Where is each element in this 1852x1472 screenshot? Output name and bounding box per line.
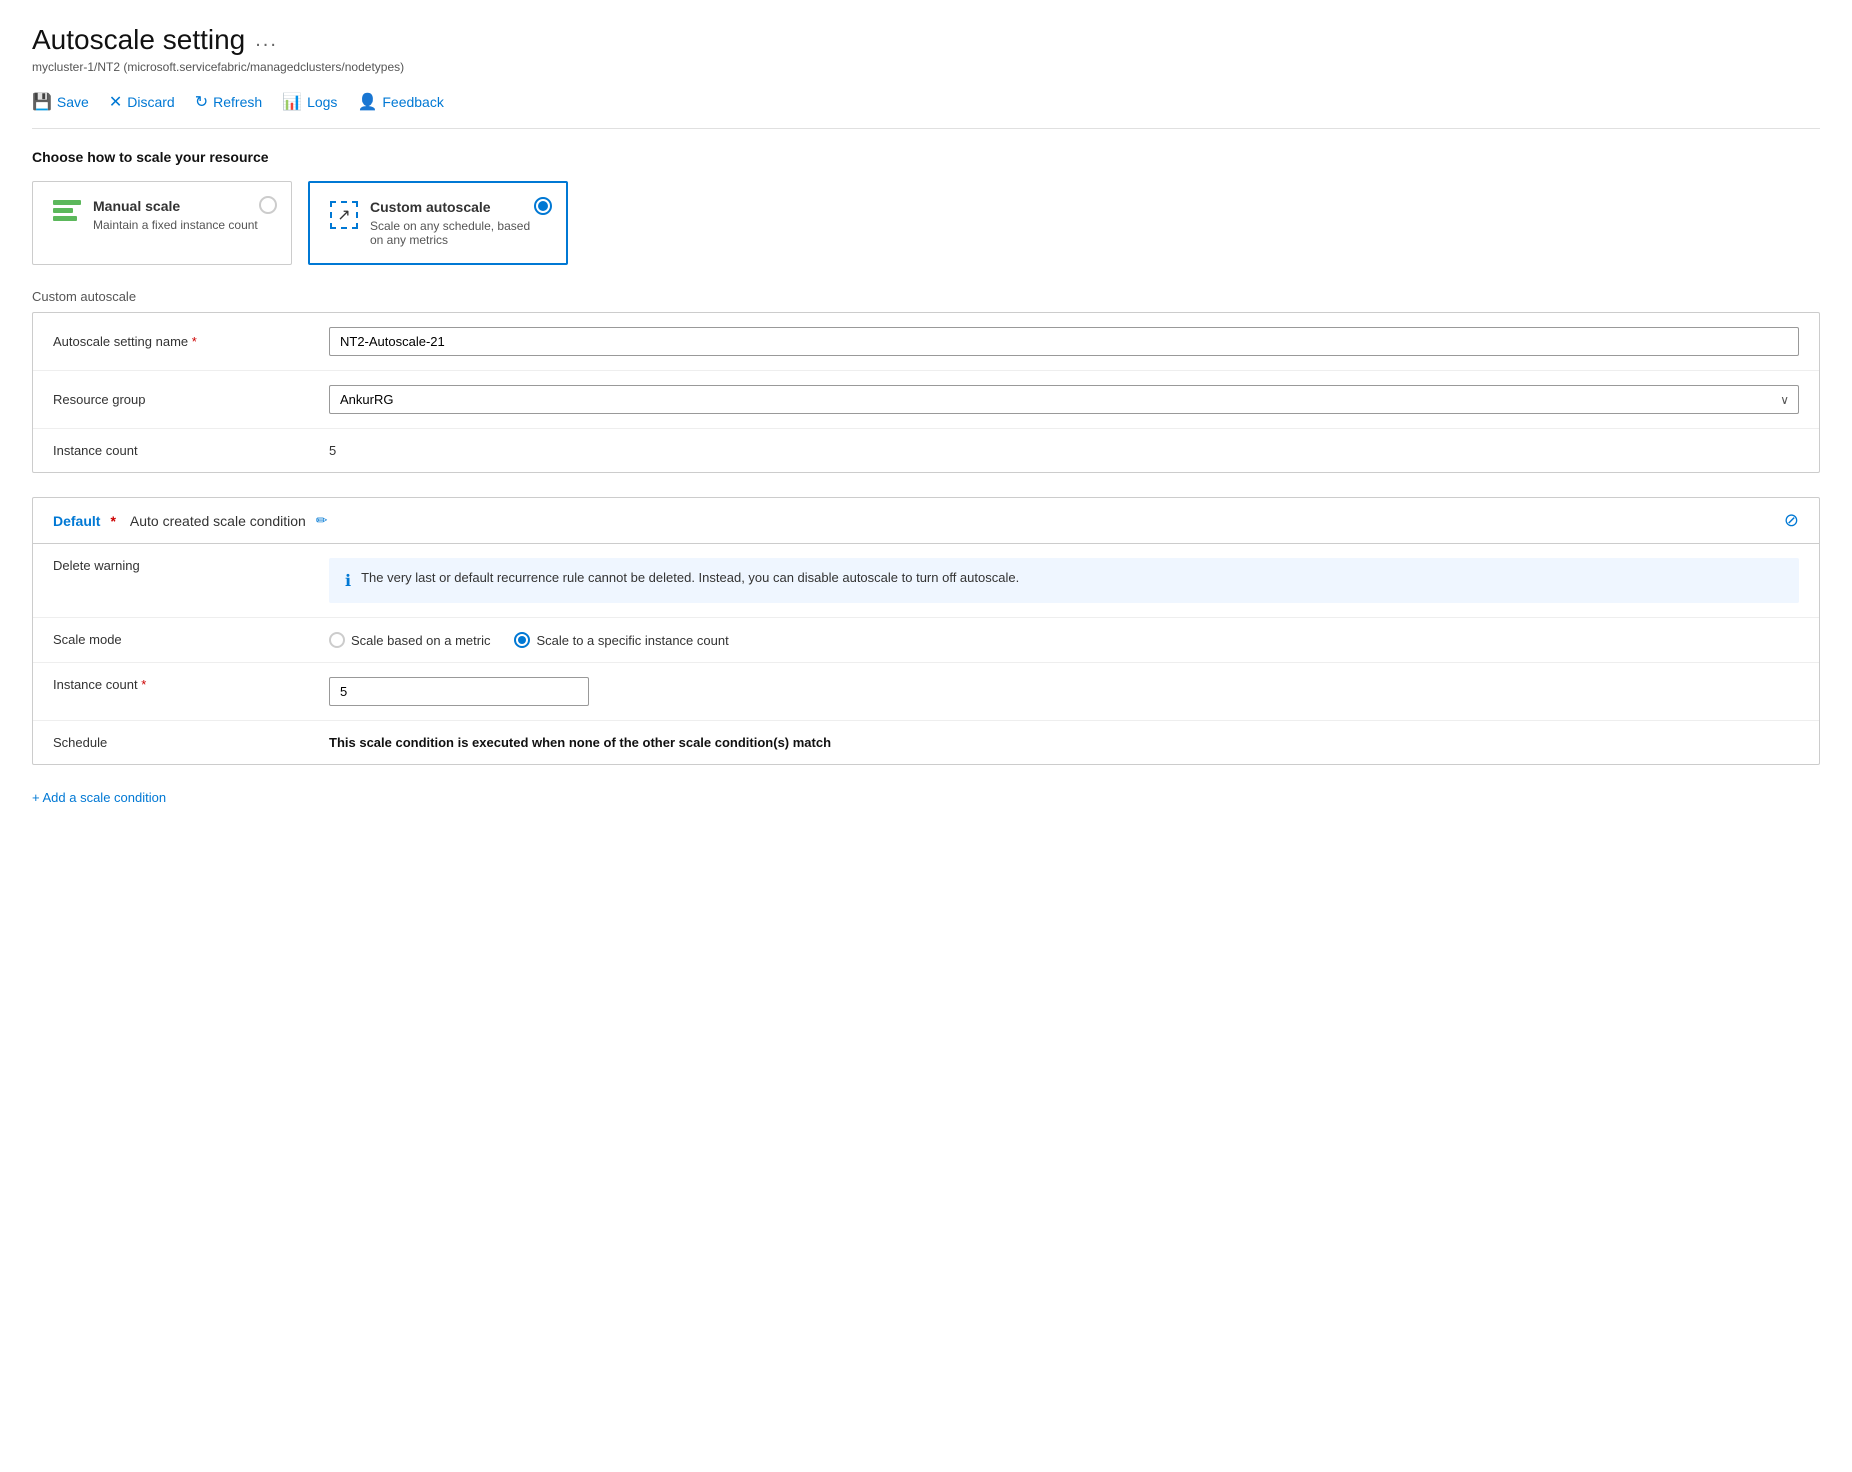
schedule-row: Schedule This scale condition is execute… [33, 721, 1819, 764]
refresh-icon: ↻ [195, 92, 208, 112]
instance-count-row: Instance count 5 [33, 429, 1819, 472]
resource-group-row: Resource group AnkurRG ∨ [33, 371, 1819, 429]
page-title: Autoscale setting ... [32, 24, 1820, 56]
delete-warning-label: Delete warning [53, 558, 313, 573]
manual-scale-desc: Maintain a fixed instance count [93, 218, 258, 232]
logs-button[interactable]: 📊 Logs [282, 88, 353, 116]
manual-scale-card[interactable]: Manual scale Maintain a fixed instance c… [32, 181, 292, 265]
instance-count-value: 5 [329, 443, 1799, 458]
resource-group-select[interactable]: AnkurRG [329, 385, 1799, 414]
condition-required-star: * [110, 513, 115, 529]
custom-autoscale-radio[interactable] [534, 197, 552, 215]
save-button[interactable]: 💾 Save [32, 88, 105, 116]
condition-title: Auto created scale condition [130, 513, 306, 529]
scale-metric-radio[interactable] [329, 632, 345, 648]
delete-warning-value: ℹ The very last or default recurrence ru… [329, 558, 1799, 603]
discard-button[interactable]: ✕ Discard [109, 88, 191, 116]
resource-group-value[interactable]: AnkurRG ∨ [329, 385, 1799, 414]
section-heading: Choose how to scale your resource [32, 149, 1820, 165]
condition-instance-count-input[interactable] [329, 677, 589, 706]
custom-autoscale-title: Custom autoscale [370, 199, 546, 215]
feedback-button[interactable]: 👤 Feedback [357, 88, 459, 116]
scale-mode-options: Scale based on a metric Scale to a speci… [329, 632, 1799, 648]
add-condition-label: + Add a scale condition [32, 790, 166, 805]
custom-autoscale-desc: Scale on any schedule, based on any metr… [370, 219, 546, 247]
scale-specific-label: Scale to a specific instance count [536, 633, 728, 648]
scale-metric-option[interactable]: Scale based on a metric [329, 632, 490, 648]
save-icon: 💾 [32, 92, 52, 112]
custom-autoscale-icon [330, 201, 358, 229]
delete-icon[interactable]: ⊘ [1784, 510, 1799, 531]
manual-scale-radio[interactable] [259, 196, 277, 214]
custom-autoscale-content: Custom autoscale Scale on any schedule, … [370, 199, 546, 247]
toolbar: 💾 Save ✕ Discard ↻ Refresh 📊 Logs 👤 Feed… [32, 88, 1820, 129]
scale-specific-radio[interactable] [514, 632, 530, 648]
condition-instance-count-label: Instance count * [53, 677, 313, 692]
scale-mode-label: Scale mode [53, 632, 313, 647]
info-icon: ℹ [345, 571, 351, 591]
edit-icon[interactable]: ✏ [316, 512, 328, 529]
custom-autoscale-card[interactable]: Custom autoscale Scale on any schedule, … [308, 181, 568, 265]
autoscale-name-label: Autoscale setting name * [53, 334, 313, 349]
resource-group-label: Resource group [53, 392, 313, 407]
breadcrumb: mycluster-1/NT2 (microsoft.servicefabric… [32, 60, 1820, 74]
custom-autoscale-section-label: Custom autoscale [32, 289, 1820, 304]
instance-count-label: Instance count [53, 443, 313, 458]
condition-box: Default * Auto created scale condition ✏… [32, 497, 1820, 765]
autoscale-name-row: Autoscale setting name * [33, 313, 1819, 371]
schedule-label: Schedule [53, 735, 313, 750]
autoscale-name-value[interactable] [329, 327, 1799, 356]
logs-icon: 📊 [282, 92, 302, 112]
condition-rows: Delete warning ℹ The very last or defaul… [33, 544, 1819, 764]
condition-instance-count-row: Instance count * [33, 663, 1819, 721]
delete-warning-text: The very last or default recurrence rule… [361, 570, 1019, 585]
instance-count-required-star: * [141, 677, 146, 692]
delete-warning-row: Delete warning ℹ The very last or defaul… [33, 544, 1819, 618]
scale-metric-label: Scale based on a metric [351, 633, 490, 648]
scale-mode-row: Scale mode Scale based on a metric Scale… [33, 618, 1819, 663]
add-condition-link[interactable]: + Add a scale condition [32, 790, 166, 805]
manual-scale-title: Manual scale [93, 198, 258, 214]
name-required-star: * [192, 334, 197, 349]
schedule-value: This scale condition is executed when no… [329, 735, 1799, 750]
autoscale-name-input[interactable] [329, 327, 1799, 356]
scale-specific-option[interactable]: Scale to a specific instance count [514, 632, 728, 648]
more-options-icon: ... [255, 29, 278, 52]
feedback-icon: 👤 [357, 92, 377, 112]
manual-scale-content: Manual scale Maintain a fixed instance c… [93, 198, 258, 232]
refresh-button[interactable]: ↻ Refresh [195, 88, 278, 116]
scale-cards: Manual scale Maintain a fixed instance c… [32, 181, 1820, 265]
default-label: Default [53, 513, 100, 529]
condition-header: Default * Auto created scale condition ✏… [33, 498, 1819, 544]
manual-scale-icon [53, 200, 81, 221]
condition-instance-count-value[interactable] [329, 677, 1799, 706]
discard-icon: ✕ [109, 92, 122, 112]
autoscale-settings-box: Autoscale setting name * Resource group … [32, 312, 1820, 473]
